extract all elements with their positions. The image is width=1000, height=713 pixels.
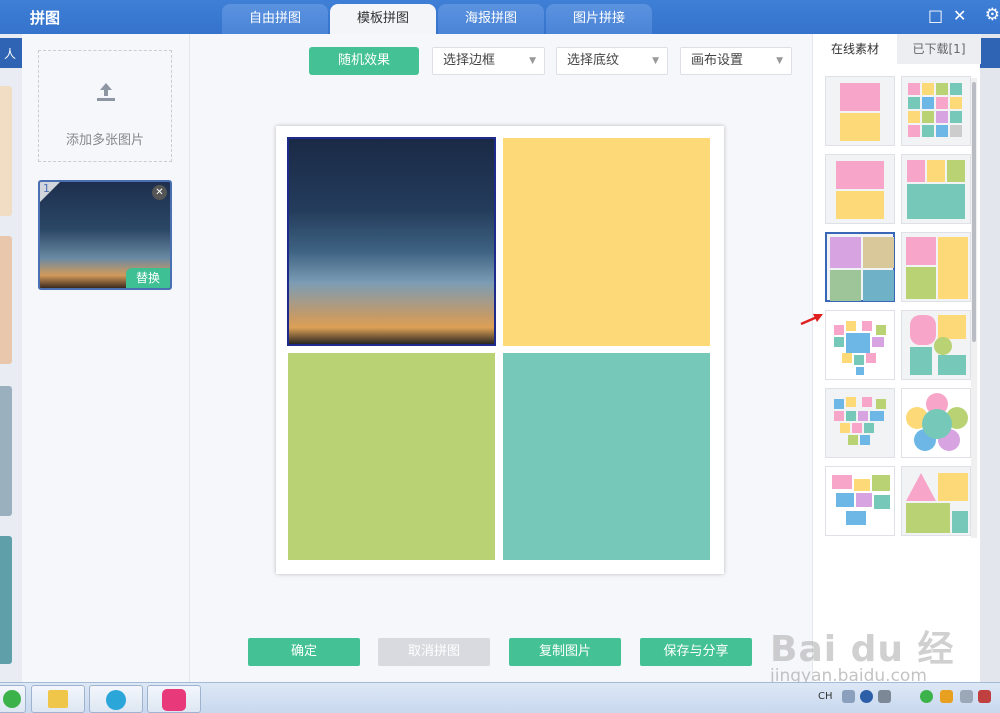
template-item[interactable] — [825, 76, 895, 146]
background-thumb — [0, 236, 12, 364]
help-icon[interactable] — [860, 690, 873, 703]
border-select-label: 选择边框 — [443, 53, 496, 68]
remove-photo-icon[interactable]: ✕ — [152, 185, 167, 200]
photo-thumbnail[interactable]: 1 ✕ 替换 — [38, 180, 172, 290]
template-scrollbar[interactable] — [971, 78, 977, 538]
confirm-button[interactable]: 确定 — [248, 638, 360, 666]
network-icon[interactable] — [960, 690, 973, 703]
photo-app-icon — [162, 689, 186, 711]
add-photos-button[interactable]: 添加多张图片 — [38, 50, 172, 162]
taskbar-item[interactable] — [0, 685, 26, 713]
input-language[interactable]: CH — [818, 691, 833, 702]
chevron-down-icon: ▼ — [529, 56, 536, 66]
chevron-down-icon: ▼ — [652, 56, 659, 66]
taskbar-item[interactable] — [31, 685, 85, 713]
cancel-collage-button[interactable]: 取消拼图 — [378, 638, 490, 666]
collage-cell-empty[interactable] — [503, 138, 710, 346]
tray-app-icon[interactable] — [940, 690, 953, 703]
keyboard-icon[interactable] — [842, 690, 855, 703]
texture-select-label: 选择底纹 — [567, 53, 620, 68]
tab-poster-collage[interactable]: 海报拼图 — [438, 4, 544, 34]
template-grid — [813, 70, 971, 540]
collage-cell-empty[interactable] — [288, 353, 495, 560]
template-item[interactable] — [825, 154, 895, 224]
add-photos-label: 添加多张图片 — [65, 133, 144, 148]
folder-icon — [48, 690, 68, 708]
template-item[interactable] — [825, 388, 895, 458]
template-item[interactable] — [901, 388, 971, 458]
background-window-bar — [980, 38, 1000, 68]
background-thumb — [0, 536, 12, 664]
template-item[interactable] — [901, 154, 971, 224]
border-select[interactable]: 选择边框 ▼ — [432, 47, 545, 75]
app-title: 拼图 — [30, 9, 61, 27]
volume-icon[interactable] — [978, 690, 991, 703]
canvas-settings-select[interactable]: 画布设置 ▼ — [680, 47, 792, 75]
template-item-selected[interactable] — [825, 232, 895, 302]
texture-select[interactable]: 选择底纹 ▼ — [556, 47, 668, 75]
background-window-right — [980, 34, 1000, 682]
main-window: 添加多张图片 1 ✕ 替换 随机效果 选择边框 ▼ 选择底纹 ▼ 画布设置 ▼ … — [22, 34, 981, 682]
template-item[interactable] — [901, 232, 971, 302]
close-button[interactable]: ✕ — [953, 6, 966, 25]
taskbar-item[interactable] — [147, 685, 201, 713]
random-effect-button[interactable]: 随机效果 — [309, 47, 419, 75]
template-panel: 在线素材 已下载[1] — [812, 34, 981, 682]
mode-tabs: 自由拼图 模板拼图 海报拼图 图片拼接 — [222, 4, 654, 34]
browser-icon — [106, 690, 126, 710]
template-item[interactable] — [901, 466, 971, 536]
red-arrow-annotation — [800, 314, 823, 326]
upload-icon — [97, 83, 115, 101]
chevron-down-icon: ▼ — [776, 56, 783, 66]
taskbar: CH — [0, 682, 1000, 713]
template-item[interactable] — [901, 310, 971, 380]
photo-index: 1 — [40, 182, 60, 202]
gear-icon[interactable]: ⚙ — [985, 5, 1000, 25]
background-thumb — [0, 386, 12, 516]
photo-list-panel: 添加多张图片 1 ✕ 替换 — [22, 34, 190, 682]
template-item[interactable] — [825, 466, 895, 536]
tab-free-collage[interactable]: 自由拼图 — [222, 4, 328, 34]
canvas-settings-label: 画布设置 — [691, 53, 744, 68]
app-icon — [3, 690, 21, 708]
maximize-button[interactable]: □ — [928, 6, 943, 25]
title-bar: 拼图 自由拼图 模板拼图 海报拼图 图片拼接 □ ✕ ⚙ — [0, 0, 1000, 34]
save-share-button[interactable]: 保存与分享 — [640, 638, 752, 666]
settings-icon[interactable] — [878, 690, 891, 703]
tab-template-collage[interactable]: 模板拼图 — [330, 4, 436, 34]
tab-downloaded[interactable]: 已下载[1] — [897, 34, 981, 64]
security-icon[interactable] — [920, 690, 933, 703]
background-thumb — [0, 86, 12, 216]
taskbar-item[interactable] — [89, 685, 143, 713]
collage-cell-empty[interactable] — [503, 353, 710, 560]
collage-canvas — [276, 126, 724, 574]
replace-photo-button[interactable]: 替换 — [126, 268, 170, 288]
tab-online-materials[interactable]: 在线素材 — [813, 34, 897, 64]
scrollbar-thumb[interactable] — [972, 82, 976, 342]
copy-image-button[interactable]: 复制图片 — [509, 638, 621, 666]
background-window-left: 人 — [0, 34, 22, 682]
tab-image-stitch[interactable]: 图片拼接 — [546, 4, 652, 34]
background-window-label: 人 — [0, 38, 22, 68]
template-item[interactable] — [901, 76, 971, 146]
collage-cell-photo[interactable] — [287, 137, 496, 346]
template-item[interactable] — [825, 310, 895, 380]
